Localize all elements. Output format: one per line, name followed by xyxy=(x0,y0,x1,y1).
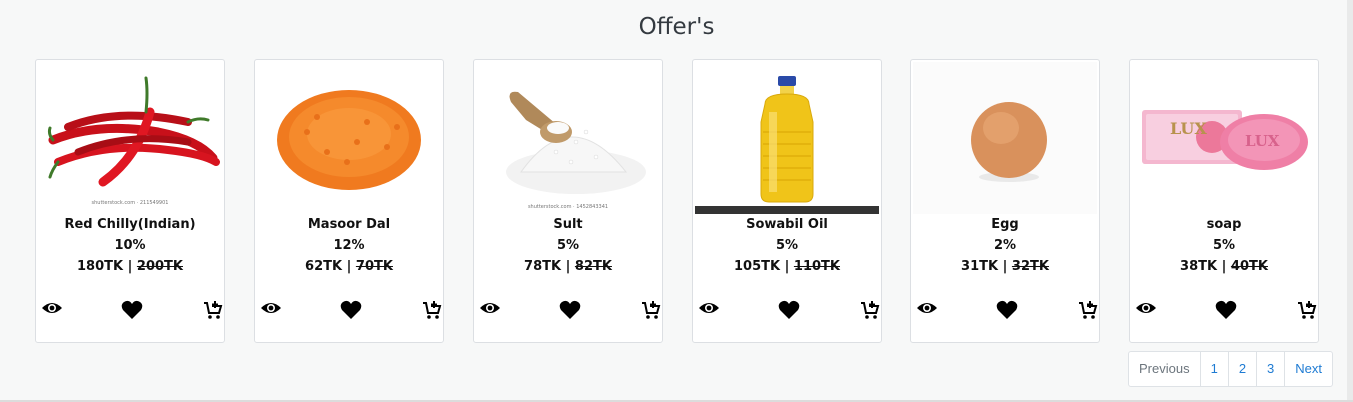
current-price: 62TK xyxy=(305,259,343,274)
price-separator: | xyxy=(1217,259,1231,274)
add-to-cart-icon[interactable] xyxy=(1297,300,1317,324)
add-to-cart-icon[interactable] xyxy=(641,300,661,324)
product-name: soap xyxy=(1206,217,1242,232)
add-to-cart-icon[interactable] xyxy=(422,300,442,324)
price-line: 62TK | 70TK xyxy=(255,259,443,274)
discount-percent: 5% xyxy=(556,238,580,253)
old-price: 70TK xyxy=(355,259,393,274)
product-card: Egg 2% 31TK | 32TK xyxy=(910,59,1100,343)
pagination-page-3[interactable]: 3 xyxy=(1256,352,1284,386)
current-price: 105TK xyxy=(734,259,781,274)
pagination-page-1[interactable]: 1 xyxy=(1199,352,1228,386)
price-line: 31TK | 32TK xyxy=(911,259,1099,274)
heart-icon[interactable] xyxy=(1215,300,1237,324)
product-image-masoor-dal[interactable] xyxy=(257,62,441,214)
price-separator: | xyxy=(123,259,137,274)
discount-percent: 10% xyxy=(114,238,146,253)
image-watermark: shutterstock.com · 211549901 xyxy=(92,200,169,206)
discount-percent: 2% xyxy=(993,238,1017,253)
heart-icon[interactable] xyxy=(996,300,1018,324)
card-actions xyxy=(911,300,1099,322)
old-price: 32TK xyxy=(1011,259,1049,274)
pagination-previous[interactable]: Previous xyxy=(1129,352,1200,386)
product-card: LUX LUX soap 5% 38TK | 40TK xyxy=(1129,59,1319,343)
heart-icon[interactable] xyxy=(559,300,581,324)
card-actions xyxy=(1130,300,1318,322)
section-title: Offer's xyxy=(638,14,715,40)
price-line: 38TK | 40TK xyxy=(1130,259,1318,274)
product-card: Masoor Dal 12% 62TK | 70TK xyxy=(254,59,444,343)
price-separator: | xyxy=(561,259,575,274)
product-image-chilly[interactable]: shutterstock.com · 211549901 xyxy=(38,62,222,214)
product-image-oil[interactable] xyxy=(695,62,879,214)
card-actions xyxy=(255,300,443,322)
add-to-cart-icon[interactable] xyxy=(203,300,223,324)
image-watermark: shutterstock.com · 1452843341 xyxy=(528,204,608,210)
eye-icon[interactable] xyxy=(479,300,501,320)
add-to-cart-icon[interactable] xyxy=(860,300,880,324)
card-actions xyxy=(474,300,662,322)
price-separator: | xyxy=(780,259,794,274)
pagination-next[interactable]: Next xyxy=(1284,352,1332,386)
product-name: Sult xyxy=(553,217,583,232)
product-name: Sowabil Oil xyxy=(746,217,828,232)
current-price: 38TK xyxy=(1180,259,1218,274)
add-to-cart-icon[interactable] xyxy=(1078,300,1098,324)
product-card: shutterstock.com · 211549901 Red Chilly(… xyxy=(35,59,225,343)
current-price: 180TK xyxy=(77,259,124,274)
product-image-egg[interactable] xyxy=(913,62,1097,214)
soap-brand-logo: LUX xyxy=(1170,119,1207,138)
pagination-page-2[interactable]: 2 xyxy=(1227,352,1256,386)
eye-icon[interactable] xyxy=(260,300,282,320)
product-name: Masoor Dal xyxy=(307,217,391,232)
heart-icon[interactable] xyxy=(121,300,143,324)
product-image-soap[interactable]: LUX LUX xyxy=(1132,62,1316,214)
soap-bar-logo: LUX xyxy=(1245,132,1280,150)
price-line: 105TK | 110TK xyxy=(693,259,881,274)
heart-icon[interactable] xyxy=(778,300,800,324)
pagination: Previous 1 2 3 Next xyxy=(1128,351,1334,387)
price-separator: | xyxy=(998,259,1012,274)
product-card: shutterstock.com · 1452843341 Sult 5% 78… xyxy=(473,59,663,343)
price-separator: | xyxy=(342,259,356,274)
card-actions xyxy=(693,300,881,322)
product-image-salt[interactable]: shutterstock.com · 1452843341 xyxy=(476,62,660,214)
old-price: 200TK xyxy=(136,259,183,274)
heart-icon[interactable] xyxy=(340,300,362,324)
old-price: 82TK xyxy=(574,259,612,274)
eye-icon[interactable] xyxy=(41,300,63,320)
scrollbar[interactable] xyxy=(1347,0,1353,402)
product-name: Egg xyxy=(991,217,1019,232)
discount-percent: 5% xyxy=(775,238,799,253)
product-name: Red Chilly(Indian) xyxy=(64,217,196,232)
product-card: Sowabil Oil 5% 105TK | 110TK xyxy=(692,59,882,343)
price-line: 78TK | 82TK xyxy=(474,259,662,274)
discount-percent: 5% xyxy=(1212,238,1236,253)
discount-percent: 12% xyxy=(333,238,365,253)
price-line: 180TK | 200TK xyxy=(36,259,224,274)
eye-icon[interactable] xyxy=(698,300,720,320)
card-actions xyxy=(36,300,224,322)
old-price: 110TK xyxy=(793,259,840,274)
current-price: 78TK xyxy=(524,259,562,274)
old-price: 40TK xyxy=(1230,259,1268,274)
eye-icon[interactable] xyxy=(916,300,938,320)
eye-icon[interactable] xyxy=(1135,300,1157,320)
current-price: 31TK xyxy=(961,259,999,274)
